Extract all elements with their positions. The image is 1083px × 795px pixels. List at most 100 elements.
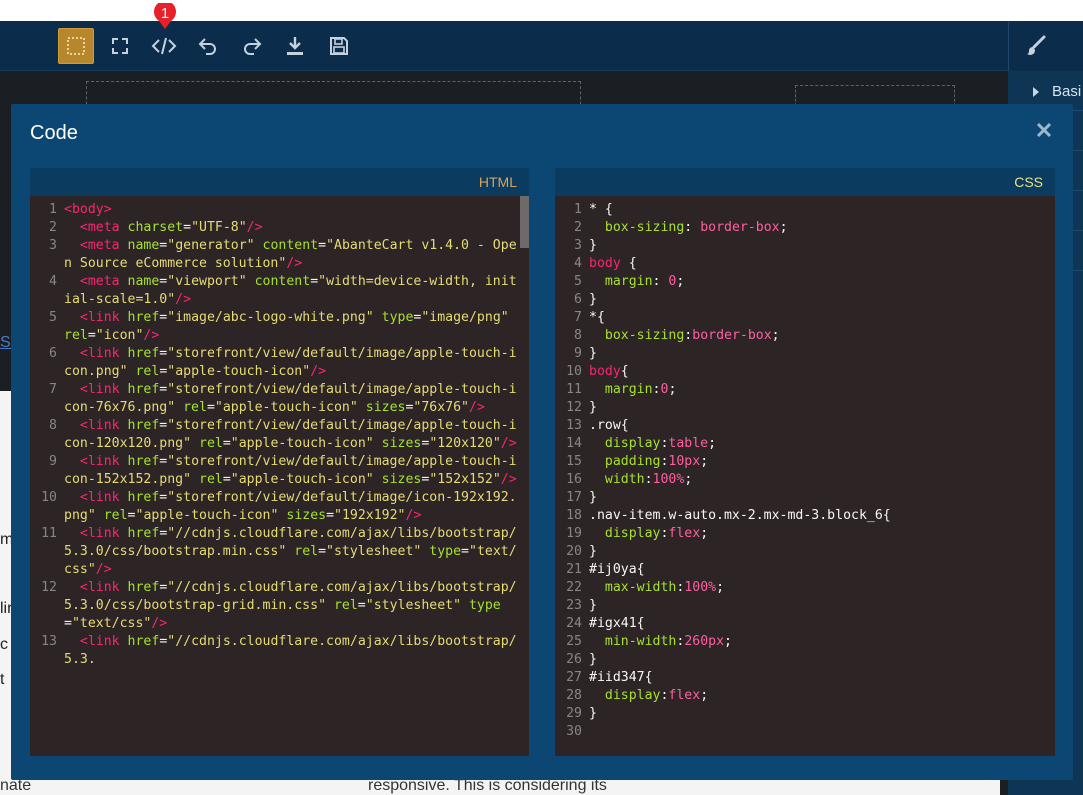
close-button[interactable] [1032, 118, 1056, 142]
line-number: 6 [49, 346, 57, 361]
code-token: charset [127, 220, 184, 235]
code-line: 2 <meta charset="UTF-8"/> [30, 219, 519, 237]
code-token: sizes [381, 436, 422, 451]
code-line: 7 *{ [555, 309, 1055, 327]
code-line: 23} [555, 597, 1055, 615]
code-token: "image/png" [421, 310, 509, 325]
code-token: "stylesheet" [326, 544, 422, 559]
code-line: 1 * { [555, 201, 1055, 219]
line-content: padding:10px; [589, 453, 1055, 471]
code-token: rel [199, 472, 223, 487]
code-token: href [127, 310, 160, 325]
line-number: 11 [41, 526, 57, 541]
code-token: /> [500, 472, 517, 487]
undo-button[interactable] [190, 28, 226, 64]
modal-title: Code [30, 122, 78, 144]
line-number: 19 [566, 526, 582, 541]
line-number: 7 [574, 310, 582, 325]
code-token: "192x192" [334, 508, 406, 523]
line-content: * { [589, 201, 1055, 219]
style-manager-button[interactable] [1019, 29, 1053, 63]
code-token: } [589, 346, 597, 361]
code-line: 1 <body> [30, 201, 519, 219]
import-button[interactable] [277, 28, 313, 64]
line-content: } [589, 399, 1055, 417]
code-token: box-sizing [604, 328, 685, 343]
code-token: href [127, 454, 160, 469]
line-content: <link href = "image/abc-logo-white.png" ty… [64, 309, 519, 345]
code-line: 3} [555, 237, 1055, 255]
code-view-icon [151, 37, 177, 55]
line-content: <link href="//cdnjs.cloudflare.com/ajax/… [64, 525, 519, 579]
code-token: content [254, 274, 311, 289]
save-button[interactable] [321, 28, 357, 64]
code-token: rel [199, 436, 223, 451]
redo-button[interactable] [234, 28, 270, 64]
code-token: "viewport" [167, 274, 247, 289]
code-token: content [262, 238, 319, 253]
line-content: *{ [589, 309, 1055, 327]
code-token: ; [771, 328, 780, 343]
code-token: = [318, 238, 327, 253]
code-line: 27 #iid347{ [555, 669, 1055, 687]
code-line: 16 width:100%; [555, 471, 1055, 489]
line-content: display:flex; [589, 525, 1055, 543]
line-content: } [589, 489, 1055, 507]
line-number: 30 [566, 724, 582, 739]
code-line: 21 #ij0ya{ [555, 561, 1055, 579]
code-token: flex [668, 526, 701, 541]
code-token: body [589, 256, 621, 271]
code-token: sizes [365, 400, 406, 415]
code-token: display [604, 526, 661, 541]
code-token: table [668, 436, 709, 451]
code-token: margin [604, 382, 653, 397]
code-token: #ij0ya{ [589, 562, 645, 577]
code-token: = [318, 544, 327, 559]
code-token: 100% [684, 580, 717, 595]
fullscreen-button[interactable] [102, 28, 138, 64]
code-line: 25 min-width:260px; [555, 633, 1055, 651]
code-token: <link [79, 418, 128, 433]
code-token: <meta [79, 238, 128, 253]
line-number: 29 [566, 706, 582, 721]
code-token: href [127, 418, 160, 433]
code-line: 3 <meta name="generator" content="Abante… [30, 237, 519, 273]
code-line: 5 <link href = "image/abc-logo-white.png" … [30, 309, 519, 345]
code-line: 5 margin: 0; [555, 273, 1055, 291]
code-token: = [64, 616, 72, 631]
css-code-editor[interactable]: 1 * {2 box-sizing: border-box; 3} 4 body {5 … [555, 196, 1055, 756]
code-token: border-box [700, 220, 780, 235]
line-number: 13 [566, 418, 582, 433]
code-token: 100% [652, 472, 685, 487]
right-panel-header [1008, 21, 1083, 71]
line-content: <link href="storefront/view/default/imag… [64, 381, 519, 417]
html-editor-scrollbar[interactable] [520, 196, 529, 248]
code-token: * { [589, 202, 613, 217]
line-content: <link href="storefront/view/default/imag… [64, 453, 519, 489]
line-number: 16 [566, 472, 582, 487]
line-number: 12 [41, 580, 57, 595]
code-token: body [589, 364, 621, 379]
code-token: = [310, 274, 319, 289]
code-view-button[interactable] [146, 28, 182, 64]
code-token: ; [700, 688, 709, 703]
html-code-editor[interactable]: 1 <body> 2 <meta charset="UTF-8"/> 3 <meta … [30, 196, 519, 756]
code-token: "apple-touch-icon" [230, 472, 374, 487]
code-token: /> [151, 616, 168, 631]
code-token: ; [668, 382, 677, 397]
select-components-button[interactable] [58, 28, 94, 64]
code-token: type [381, 310, 414, 325]
code-line: 6 <link href="storefront/view/default/im… [30, 345, 519, 381]
line-content: box-sizing:border-box; [589, 327, 1055, 345]
code-token: <body> [64, 202, 112, 217]
code-token: = [183, 220, 192, 235]
select-components-icon [67, 37, 85, 55]
